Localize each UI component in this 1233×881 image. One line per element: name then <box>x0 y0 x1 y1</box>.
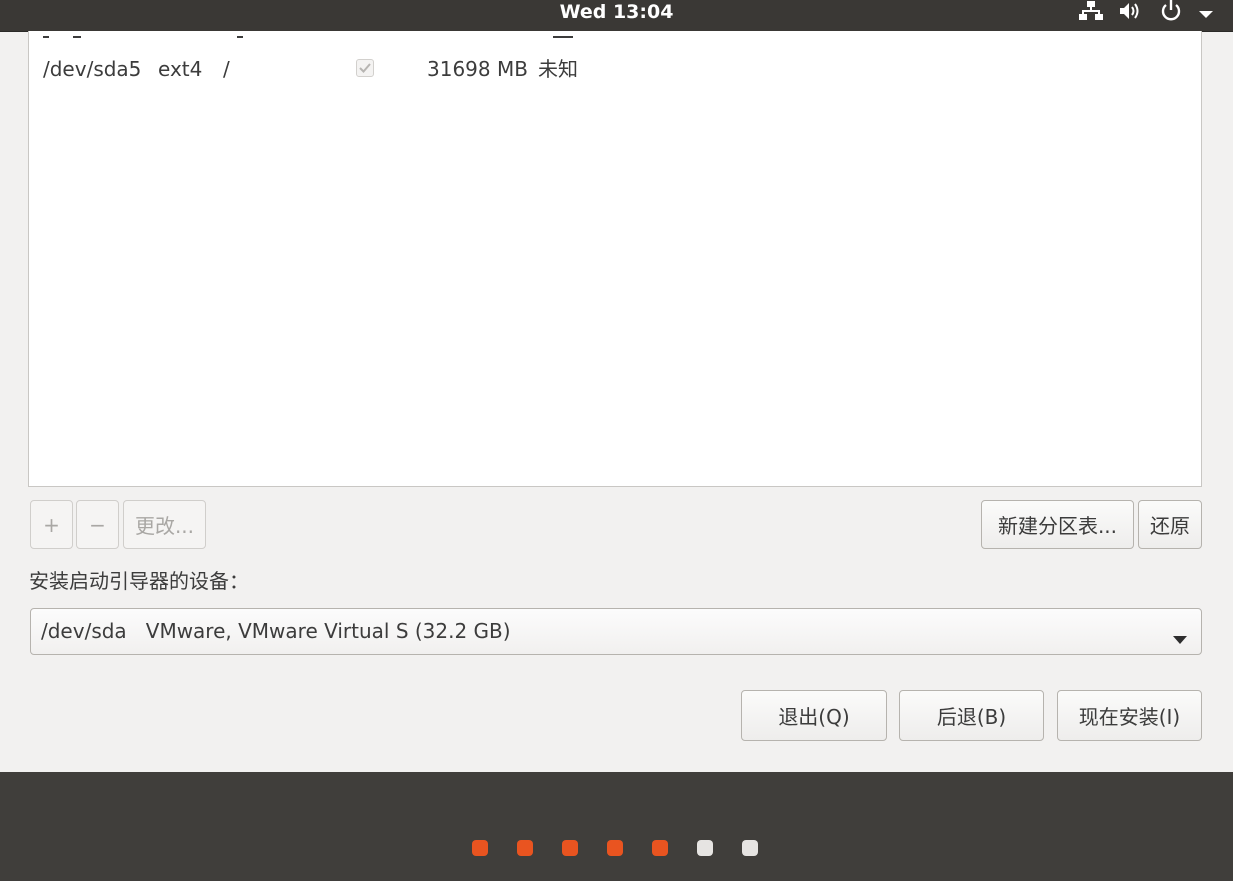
revert-button[interactable]: 还原 <box>1138 500 1202 549</box>
install-now-button[interactable]: 现在安装(I) <box>1057 690 1202 741</box>
partition-mount: / <box>223 57 230 81</box>
progress-dot <box>607 840 623 856</box>
partition-type: ext4 <box>158 57 203 81</box>
remove-partition-button[interactable]: − <box>76 500 119 549</box>
menu-down-icon[interactable] <box>1199 4 1213 23</box>
change-partition-button[interactable]: 更改... <box>123 500 206 549</box>
bootloader-label: 安装启动引导器的设备： <box>29 569 249 593</box>
volume-icon[interactable] <box>1119 0 1143 26</box>
quit-button[interactable]: 退出(Q) <box>741 690 887 741</box>
progress-dot <box>652 840 668 856</box>
table-row-cut-off[interactable] <box>29 31 1201 42</box>
dropdown-arrow-icon <box>1173 629 1187 648</box>
progress-dot <box>517 840 533 856</box>
progress-dot <box>742 840 758 856</box>
table-row[interactable]: /dev/sda5 ext4 / 31698 MB 未知 <box>29 49 1201 89</box>
progress-dot <box>562 840 578 856</box>
back-button[interactable]: 后退(B) <box>899 690 1044 741</box>
progress-dot <box>697 840 713 856</box>
add-partition-button[interactable]: + <box>30 500 73 549</box>
format-checkbox[interactable] <box>356 59 374 77</box>
top-panel: Wed 13:04 <box>0 0 1233 32</box>
power-icon[interactable] <box>1159 0 1183 27</box>
partition-device: /dev/sda5 <box>43 57 142 81</box>
bootloader-device-select[interactable]: /dev/sda VMware, VMware Virtual S (32.2 … <box>30 608 1202 655</box>
system-tray[interactable] <box>1079 0 1213 26</box>
progress-dot <box>472 840 488 856</box>
partition-used: 未知 <box>538 57 578 81</box>
clock[interactable]: Wed 13:04 <box>0 0 1233 28</box>
installer-progress-bar <box>0 772 1233 881</box>
partition-size: 31698 MB <box>427 57 528 81</box>
bootloader-device-value: /dev/sda VMware, VMware Virtual S (32.2 … <box>41 619 511 643</box>
progress-dots <box>0 840 1233 856</box>
new-partition-table-button[interactable]: 新建分区表... <box>981 500 1134 549</box>
partition-list[interactable]: /dev/sda5 ext4 / 31698 MB 未知 <box>28 31 1202 487</box>
network-icon[interactable] <box>1079 0 1103 26</box>
